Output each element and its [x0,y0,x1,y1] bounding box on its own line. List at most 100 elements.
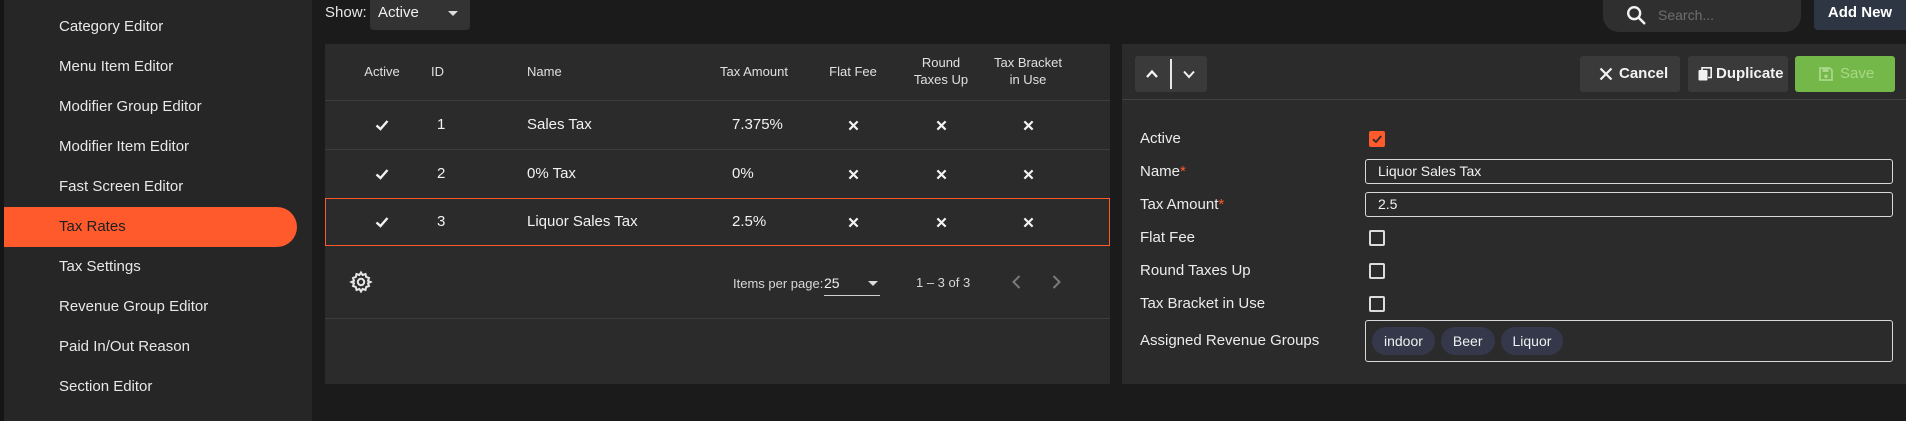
detail-divider [1122,99,1906,100]
round-taxes-up-label: Round Taxes Up [1140,262,1251,279]
row-id: 1 [437,116,446,133]
flat-fee-checkbox[interactable] [1369,230,1385,246]
tax-amount-label-text: Tax Amount [1140,196,1219,213]
tax-bracket-label: Tax Bracket in Use [1140,295,1266,312]
active-check-icon [367,101,397,149]
revenue-group-chip[interactable]: indoor [1372,327,1435,355]
sidebar-item-tax-settings[interactable]: Tax Settings [4,247,297,287]
active-check-icon [367,150,397,198]
table-row[interactable]: 1 Sales Tax 7.375% [325,101,1110,149]
save-label: Save [1840,65,1875,82]
required-marker: * [1218,196,1225,213]
sidebar-item-category-editor[interactable]: Category Editor [4,7,297,47]
tax-bracket-checkbox[interactable] [1369,296,1385,312]
flat-fee-label: Flat Fee [1140,229,1196,246]
active-label: Active [1140,130,1181,147]
sidebar-item-menu-item-editor[interactable]: Menu Item Editor [4,47,297,87]
table-row[interactable]: 2 0% Tax 0% [325,150,1110,198]
previous-record-button[interactable] [1135,56,1170,92]
column-header-tax-amount[interactable]: Tax Amount [720,63,810,80]
duplicate-label: Duplicate [1716,65,1784,82]
copy-icon [1698,67,1712,81]
column-header-round-taxes-up[interactable]: Round Taxes Up [901,54,981,88]
show-filter-label: Show: [325,4,367,21]
chevron-right-icon[interactable] [1044,270,1068,294]
column-header-active[interactable]: Active [352,63,412,80]
tax-amount-label: Tax Amount* [1140,196,1224,213]
items-per-page-select[interactable]: 25 [824,270,880,296]
column-header-flat-fee[interactable]: Flat Fee [818,63,888,80]
row-tax-amount: 7.375% [732,116,783,133]
row-name: Sales Tax [527,116,592,133]
revenue-group-chip[interactable]: Liquor [1500,327,1564,355]
tax-rate-detail-panel: Cancel Duplicate Save Active Name* Liquo… [1122,44,1906,384]
flat-fee-x-icon [838,150,868,198]
cancel-button[interactable]: Cancel [1580,56,1680,92]
gear-icon[interactable] [349,270,373,294]
footer-divider [325,318,1110,319]
column-header-bracket-line2: in Use [1009,72,1047,87]
chevron-up-icon [1146,69,1158,78]
show-filter-value: Active [378,4,419,21]
bracket-x-icon [1013,101,1043,149]
sidebar-item-tax-rates[interactable]: Tax Rates [4,207,297,247]
checkmark-icon [1372,135,1382,144]
duplicate-button[interactable]: Duplicate [1688,56,1788,92]
revenue-groups-label: Assigned Revenue Groups [1140,332,1320,349]
round-up-x-icon [926,101,956,149]
name-label-text: Name [1140,163,1181,180]
row-name: Liquor Sales Tax [527,213,638,230]
sidebar-item-fast-screen-editor[interactable]: Fast Screen Editor [4,167,297,207]
name-label: Name* [1140,163,1186,180]
sidebar-item-section-editor[interactable]: Section Editor [4,367,297,407]
sidebar-item-modifier-group-editor[interactable]: Modifier Group Editor [4,87,297,127]
row-id: 2 [437,165,446,182]
caret-down-icon [448,11,458,16]
column-header-tax-bracket[interactable]: Tax Bracket in Use [983,54,1073,88]
tax-amount-field[interactable]: 2.5 [1365,192,1893,217]
record-navigation [1135,56,1207,92]
required-marker: * [1180,163,1186,180]
bracket-x-icon [1013,150,1043,198]
items-per-page-label: Items per page: [733,276,824,291]
close-icon [1599,67,1613,81]
column-header-name[interactable]: Name [527,63,607,80]
paginator-range: 1 – 3 of 3 [916,275,971,290]
caret-down-icon [868,281,878,286]
search-icon [1627,6,1646,25]
row-name: 0% Tax [527,165,576,182]
name-field[interactable]: Liquor Sales Tax [1365,159,1893,184]
row-tax-amount: 2.5% [732,213,767,230]
revenue-group-chip[interactable]: Beer [1440,327,1495,355]
chevron-down-icon [1183,70,1195,79]
column-header-round-line1: Round [921,55,961,70]
column-header-id[interactable]: ID [431,63,461,80]
sidebar-item-revenue-group-editor[interactable]: Revenue Group Editor [4,287,297,327]
bracket-x-icon [1013,198,1043,246]
flat-fee-x-icon [838,198,868,246]
sidebar: Category Editor Menu Item Editor Modifie… [0,0,312,421]
show-filter-select[interactable]: Active [370,0,470,30]
row-tax-amount: 0% [732,165,754,182]
row-id: 3 [437,213,446,230]
column-header-round-line2: Taxes Up [913,72,969,87]
column-header-bracket-line1: Tax Bracket [994,55,1062,70]
flat-fee-x-icon [838,101,868,149]
save-button[interactable]: Save [1795,56,1895,92]
round-taxes-up-checkbox[interactable] [1369,263,1385,279]
active-check-icon [367,198,397,246]
tax-rates-table: Active ID Name Tax Amount Flat Fee Round… [325,44,1110,384]
revenue-groups-chip-list[interactable]: indoor Beer Liquor [1365,320,1893,362]
sidebar-item-paid-in-out-reason[interactable]: Paid In/Out Reason [4,327,297,367]
search-box[interactable] [1603,0,1801,32]
table-row-selected[interactable]: 3 Liquor Sales Tax 2.5% [325,198,1110,246]
add-new-button[interactable]: Add New [1814,0,1906,30]
sidebar-item-modifier-item-editor[interactable]: Modifier Item Editor [4,127,297,167]
floppy-disk-icon [1819,67,1833,81]
cancel-label: Cancel [1619,65,1669,82]
active-checkbox[interactable] [1369,131,1385,147]
search-input[interactable] [1658,3,1788,27]
chevron-left-icon[interactable] [1005,270,1029,294]
round-up-x-icon [926,150,956,198]
next-record-button[interactable] [1172,56,1207,92]
